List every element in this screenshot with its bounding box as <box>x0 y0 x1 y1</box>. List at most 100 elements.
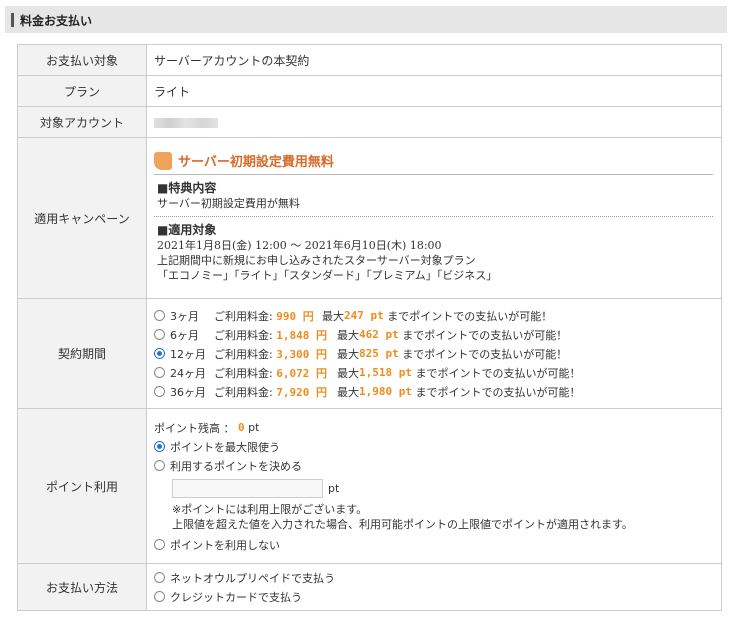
option-max-label: 最大 <box>337 366 359 380</box>
option-fee: 7,920 円 <box>276 385 327 399</box>
option-fee-cell: ご利用料金: 7,920 円 <box>214 384 337 400</box>
row-plan: プラン ライト <box>17 75 722 107</box>
account-name-blurred <box>154 117 218 128</box>
option-max-label: 最大 <box>322 309 344 323</box>
section-title: 料金お支払い <box>20 14 93 28</box>
contract-option-6m[interactable]: 6ヶ月 ご利用料金: 1,848 円 最大 462 pt までポイントでの支払いが… <box>154 325 721 344</box>
campaign-plans: 「エコノミー」「ライト」「スタンダード」「プレミアム」「ビジネス」 <box>157 269 498 282</box>
points-input-unit: pt <box>328 482 340 495</box>
card-label: クレジットカードで支払う <box>170 590 302 604</box>
balance-unit: pt <box>248 421 260 434</box>
row-campaign: 適用キャンペーン サーバー初期設定費用無料 ■特典内容 サーバー初期設定費用が無… <box>17 137 722 299</box>
option-suffix: までポイントでの支払いが可能！ <box>402 328 568 342</box>
label-target: お支払い対象 <box>17 44 147 76</box>
radio-points-none[interactable] <box>154 539 165 550</box>
row-account: 対象アカウント <box>17 106 722 138</box>
target-heading: ■適用対象 <box>157 223 217 237</box>
radio-36m[interactable] <box>154 386 165 397</box>
points-input-row: pt <box>172 478 721 499</box>
contract-option-12m[interactable]: 12ヶ月 ご利用料金: 3,300 円 最大 825 pt までポイントでの支払い… <box>154 344 721 363</box>
balance-value: 0 <box>238 421 245 434</box>
label-points: ポイント利用 <box>17 408 147 564</box>
row-points: ポイント利用 ポイント残高 ： 0 pt ポイントを最大限使う 利用するポイント… <box>17 408 722 564</box>
campaign-header: サーバー初期設定費用無料 <box>154 151 713 175</box>
radio-6m[interactable] <box>154 329 165 340</box>
section-header: 料金お支払い <box>5 6 727 33</box>
row-contract: 契約期間 3ヶ月 ご利用料金: 990 円 最大 247 pt までポイントでの支… <box>17 298 722 409</box>
label-plan: プラン <box>17 75 147 107</box>
radio-24m[interactable] <box>154 367 165 378</box>
option-fee-label: ご利用料金: <box>214 347 273 361</box>
option-fee-cell: ご利用料金: 990 円 <box>214 308 322 324</box>
radio-points-decide[interactable] <box>154 460 165 471</box>
campaign-cell: サーバー初期設定費用無料 ■特典内容 サーバー初期設定費用が無料 ■適用対象 2… <box>146 137 722 299</box>
dotted-divider <box>154 216 713 217</box>
option-fee-cell: ご利用料金: 1,848 円 <box>214 327 337 343</box>
points-note-2: 上限値を超えた値を入力された場合、利用可能ポイントの上限値でポイントが適用されま… <box>172 518 633 531</box>
option-months: 3ヶ月 <box>170 309 199 323</box>
payment-option-prepaid[interactable]: ネットオウルプリペイドで支払う <box>154 568 721 587</box>
option-suffix: までポイントでの支払いが可能！ <box>402 347 568 361</box>
campaign-tag-icon <box>154 151 172 170</box>
contract-option-36m[interactable]: 36ヶ月 ご利用料金: 7,920 円 最大 1,980 pt までポイントでの支… <box>154 382 721 401</box>
option-points: 1,980 pt <box>359 385 412 398</box>
option-fee: 1,848 円 <box>276 328 327 342</box>
option-fee-label: ご利用料金: <box>214 385 273 399</box>
header-accent-bar <box>11 13 14 27</box>
option-months: 6ヶ月 <box>170 328 199 342</box>
value-target: サーバーアカウントの本契約 <box>146 44 722 76</box>
radio-points-max-selected[interactable] <box>154 441 165 452</box>
option-months: 24ヶ月 <box>170 366 206 380</box>
label-campaign: 適用キャンペーン <box>17 137 147 299</box>
points-option-max[interactable]: ポイントを最大限使う <box>154 437 721 456</box>
payment-cell: ネットオウルプリペイドで支払う クレジットカードで支払う <box>146 563 722 611</box>
option-points: 462 pt <box>359 328 399 341</box>
option-fee: 6,072 円 <box>276 366 327 380</box>
payment-table: お支払い対象 サーバーアカウントの本契約 プラン ライト 対象アカウント 適用キ… <box>17 44 722 611</box>
campaign-title: サーバー初期設定費用無料 <box>178 155 334 170</box>
row-target: お支払い対象 サーバーアカウントの本契約 <box>17 44 722 76</box>
label-payment: お支払い方法 <box>17 563 147 611</box>
option-points: 825 pt <box>359 347 399 360</box>
points-decide-label: 利用するポイントを決める <box>170 459 302 473</box>
radio-3m[interactable] <box>154 310 165 321</box>
points-none-label: ポイントを利用しない <box>170 538 280 552</box>
option-fee: 3,300 円 <box>276 347 327 361</box>
campaign-period: 2021年1月8日(金) 12:00 〜 2021年6月10日(木) 18:00 <box>157 239 442 252</box>
option-fee: 990 円 <box>276 309 314 323</box>
payment-option-card[interactable]: クレジットカードで支払う <box>154 587 721 606</box>
option-fee-cell: ご利用料金: 6,072 円 <box>214 365 337 381</box>
points-option-none[interactable]: ポイントを利用しない <box>154 535 721 554</box>
points-option-decide[interactable]: 利用するポイントを決める <box>154 456 721 475</box>
option-fee-label: ご利用料金: <box>214 309 273 323</box>
option-points: 247 pt <box>344 309 384 322</box>
option-fee-label: ご利用料金: <box>214 328 273 342</box>
label-account: 対象アカウント <box>17 106 147 138</box>
balance-label: ポイント残高 ： <box>154 421 235 435</box>
prepaid-label: ネットオウルプリペイドで支払う <box>170 571 335 585</box>
benefit-text: サーバー初期設定費用が無料 <box>157 197 300 210</box>
campaign-condition: 上記期間中に新規にお申し込みされたスターサーバー対象プラン <box>157 254 476 267</box>
option-max-label: 最大 <box>337 385 359 399</box>
label-contract: 契約期間 <box>17 298 147 409</box>
option-max-label: 最大 <box>337 328 359 342</box>
option-fee-cell: ご利用料金: 3,300 円 <box>214 346 337 362</box>
benefit-heading: ■特典内容 <box>157 181 217 195</box>
value-account-cell <box>146 106 722 138</box>
option-max-label: 最大 <box>337 347 359 361</box>
radio-12m-selected[interactable] <box>154 348 165 359</box>
option-months: 12ヶ月 <box>170 347 206 361</box>
contract-option-24m[interactable]: 24ヶ月 ご利用料金: 6,072 円 最大 1,518 pt までポイントでの支… <box>154 363 721 382</box>
radio-card[interactable] <box>154 591 165 602</box>
contract-option-3m[interactable]: 3ヶ月 ご利用料金: 990 円 最大 247 pt までポイントでの支払いが可能… <box>154 306 721 325</box>
contract-options: 3ヶ月 ご利用料金: 990 円 最大 247 pt までポイントでの支払いが可能… <box>146 298 722 409</box>
option-months: 36ヶ月 <box>170 385 206 399</box>
value-plan: ライト <box>146 75 722 107</box>
points-cell: ポイント残高 ： 0 pt ポイントを最大限使う 利用するポイントを決める pt… <box>146 408 722 564</box>
radio-prepaid[interactable] <box>154 572 165 583</box>
option-suffix: までポイントでの支払いが可能！ <box>415 385 581 399</box>
option-suffix: までポイントでの支払いが可能！ <box>387 309 553 323</box>
points-max-label: ポイントを最大限使う <box>170 440 280 454</box>
points-input[interactable] <box>172 479 323 498</box>
row-payment: お支払い方法 ネットオウルプリペイドで支払う クレジットカードで支払う <box>17 563 722 611</box>
